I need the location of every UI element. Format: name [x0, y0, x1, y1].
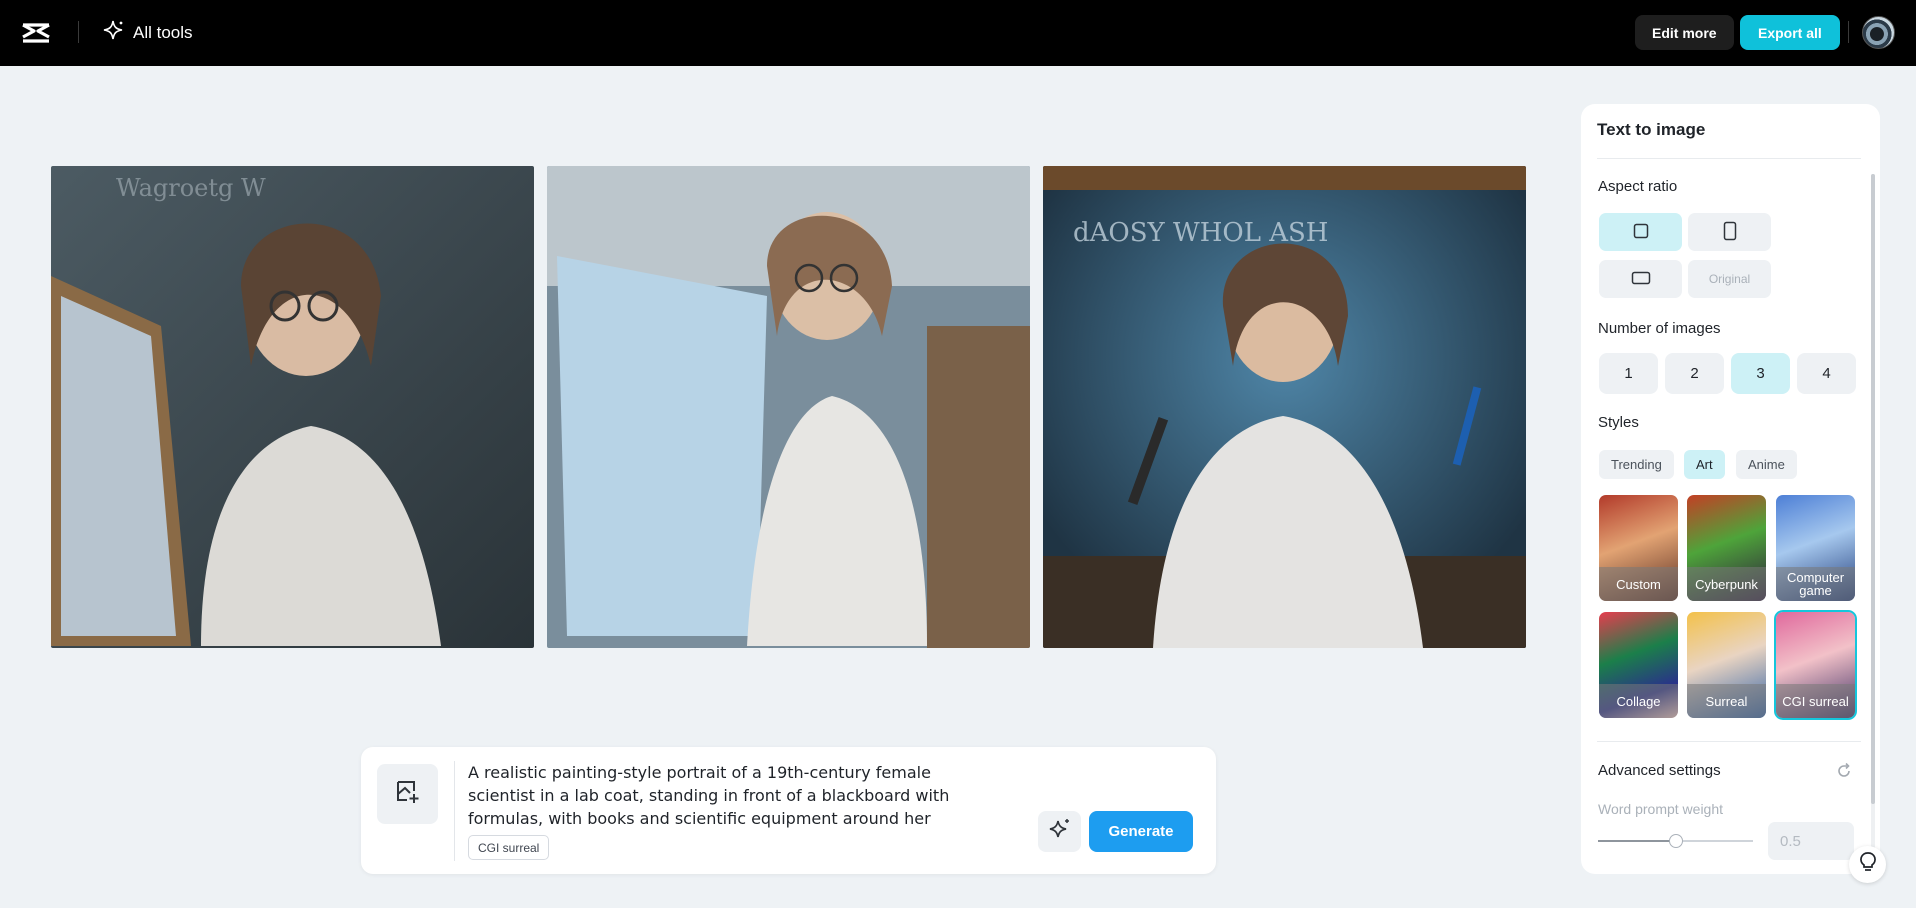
- generated-image-2[interactable]: [547, 166, 1030, 648]
- style-card-cyberpunk[interactable]: Cyberpunk: [1687, 495, 1766, 601]
- topbar-divider: [78, 21, 79, 43]
- topbar-divider: [1848, 21, 1849, 43]
- svg-text:dAOSY WHOL ASH: dAOSY WHOL ASH: [1073, 218, 1328, 248]
- reset-icon[interactable]: [1835, 762, 1853, 785]
- style-card-cgi-surreal[interactable]: CGI surreal: [1774, 610, 1857, 720]
- prompt-bar: A realistic painting-style portrait of a…: [361, 747, 1216, 874]
- reference-image-button[interactable]: [377, 764, 438, 824]
- word-prompt-weight-label: Word prompt weight: [1598, 801, 1724, 817]
- style-card-custom[interactable]: Custom: [1599, 495, 1678, 601]
- num-images-1[interactable]: 1: [1599, 353, 1658, 394]
- edit-more-button[interactable]: Edit more: [1635, 15, 1734, 50]
- portrait-icon: [1723, 221, 1737, 244]
- tab-anime[interactable]: Anime: [1736, 450, 1797, 479]
- style-card-label: Collage: [1599, 684, 1678, 718]
- num-images-3[interactable]: 3: [1731, 353, 1790, 394]
- square-icon: [1633, 223, 1649, 242]
- magic-wand-icon: [1048, 817, 1072, 846]
- svg-text:Wagroetg W: Wagroetg W: [116, 174, 266, 202]
- prompt-textarea[interactable]: A realistic painting-style portrait of a…: [468, 761, 988, 830]
- aspect-portrait-button[interactable]: [1688, 213, 1771, 251]
- avatar[interactable]: [1862, 16, 1895, 49]
- lightbulb-icon: [1859, 851, 1877, 878]
- style-card-label: Computer game: [1776, 567, 1855, 601]
- num-images-4[interactable]: 4: [1797, 353, 1856, 394]
- style-card-label: Cyberpunk: [1687, 567, 1766, 601]
- number-of-images-label: Number of images: [1598, 320, 1721, 337]
- landscape-icon: [1631, 271, 1651, 288]
- style-card-label: Custom: [1599, 567, 1678, 601]
- add-image-icon: [395, 779, 421, 810]
- generated-image-1[interactable]: Wagroetg W: [51, 166, 534, 648]
- aspect-square-button[interactable]: [1599, 213, 1682, 251]
- aspect-original-button[interactable]: Original: [1688, 260, 1771, 298]
- prompt-divider: [454, 761, 455, 861]
- tips-button[interactable]: [1849, 846, 1886, 883]
- export-all-button[interactable]: Export all: [1740, 15, 1840, 50]
- advanced-settings-label[interactable]: Advanced settings: [1598, 762, 1721, 779]
- styles-label: Styles: [1598, 414, 1639, 431]
- sparkle-icon: [103, 19, 125, 46]
- panel-divider: [1597, 741, 1861, 742]
- tab-art[interactable]: Art: [1684, 450, 1725, 479]
- scrollbar-thumb[interactable]: [1871, 174, 1875, 804]
- aspect-landscape-button[interactable]: [1599, 260, 1682, 298]
- style-card-computer-game[interactable]: Computer game: [1776, 495, 1855, 601]
- aspect-ratio-label: Aspect ratio: [1598, 178, 1678, 195]
- all-tools-label: All tools: [133, 22, 193, 42]
- weight-slider-fill: [1598, 840, 1676, 842]
- style-card-label: Surreal: [1687, 684, 1766, 718]
- style-card-collage[interactable]: Collage: [1599, 612, 1678, 718]
- tab-trending[interactable]: Trending: [1599, 450, 1674, 479]
- enhance-prompt-button[interactable]: [1038, 811, 1081, 852]
- num-images-2[interactable]: 2: [1665, 353, 1724, 394]
- style-card-surreal[interactable]: Surreal: [1687, 612, 1766, 718]
- panel-title: Text to image: [1597, 120, 1706, 139]
- weight-slider-thumb[interactable]: [1669, 834, 1683, 848]
- weight-value-input[interactable]: 0.5: [1768, 822, 1854, 860]
- generate-button[interactable]: Generate: [1089, 811, 1193, 852]
- generated-image-3[interactable]: dAOSY WHOL ASH: [1043, 166, 1526, 648]
- text-to-image-panel: Text to image Aspect ratio Original Numb…: [1581, 104, 1880, 874]
- style-card-label: CGI surreal: [1776, 684, 1855, 718]
- top-bar: All tools Edit more Export all: [0, 0, 1916, 66]
- panel-divider: [1597, 158, 1861, 159]
- all-tools-button[interactable]: All tools: [103, 19, 193, 46]
- capcut-logo-icon[interactable]: [20, 19, 52, 47]
- style-tag[interactable]: CGI surreal: [468, 835, 550, 860]
